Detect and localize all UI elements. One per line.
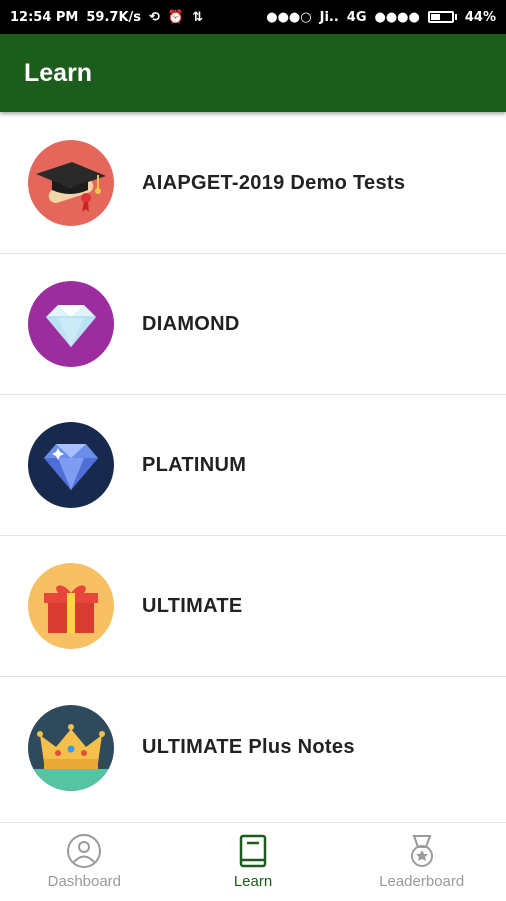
list-item-demo-tests[interactable]: AIAPGET-2019 Demo Tests: [0, 113, 506, 254]
tab-label: Leaderboard: [379, 873, 465, 890]
tab-dashboard[interactable]: Dashboard: [0, 823, 169, 901]
bottom-navigation: Dashboard Learn Leaderboard: [0, 822, 506, 901]
book-icon: [239, 834, 267, 868]
graduation-cap-icon: [28, 140, 114, 226]
tab-learn[interactable]: Learn: [169, 823, 338, 901]
app-bar: Learn: [0, 34, 506, 112]
network-type: 4G: [346, 9, 367, 25]
list-item-label: AIAPGET-2019 Demo Tests: [142, 171, 406, 194]
list-item-label: DIAMOND: [142, 312, 240, 335]
list-item-platinum[interactable]: PLATINUM: [0, 395, 506, 536]
signal-off-icon: ⇅: [192, 9, 204, 25]
list-item-label: PLATINUM: [142, 453, 247, 476]
carrier-name: Ji..: [319, 9, 339, 25]
battery-percent: 44%: [464, 9, 496, 25]
sync-off-icon: ⟲: [149, 9, 160, 25]
crown-icon: [28, 704, 114, 791]
gift-box-icon: [28, 563, 114, 649]
list-item-label: ULTIMATE: [142, 594, 243, 617]
page-title: Learn: [24, 58, 93, 87]
platinum-diamond-icon: [28, 422, 114, 508]
user-icon: [67, 834, 102, 868]
status-time: 12:54 PM: [10, 9, 79, 25]
tab-leaderboard[interactable]: Leaderboard: [337, 823, 506, 901]
list-item-ultimate[interactable]: ULTIMATE: [0, 536, 506, 677]
tab-label: Dashboard: [47, 873, 122, 890]
tab-label: Learn: [233, 873, 273, 890]
medal-icon: [410, 835, 433, 867]
signal-dots-icon: ●●●○: [266, 9, 312, 25]
signal-dots-icon-2: ●●●●: [374, 9, 420, 25]
battery-icon: [427, 11, 457, 23]
status-bar: 12:54 PM 59.7K/s ⟲ ⏰ ⇅ ●●●○ Ji.. 4G ●●●●…: [0, 0, 506, 34]
list-item-label: ULTIMATE Plus Notes: [142, 736, 355, 758]
diamond-icon: [28, 281, 114, 367]
list-item-diamond[interactable]: DIAMOND: [0, 254, 506, 395]
network-speed: 59.7K/s: [86, 9, 142, 25]
alarm-icon: ⏰: [167, 9, 185, 25]
list-item-ultimate-plus-notes[interactable]: ULTIMATE Plus Notes: [0, 677, 506, 818]
course-list: AIAPGET-2019 Demo Tests DIAMOND PLATINUM…: [0, 113, 506, 818]
